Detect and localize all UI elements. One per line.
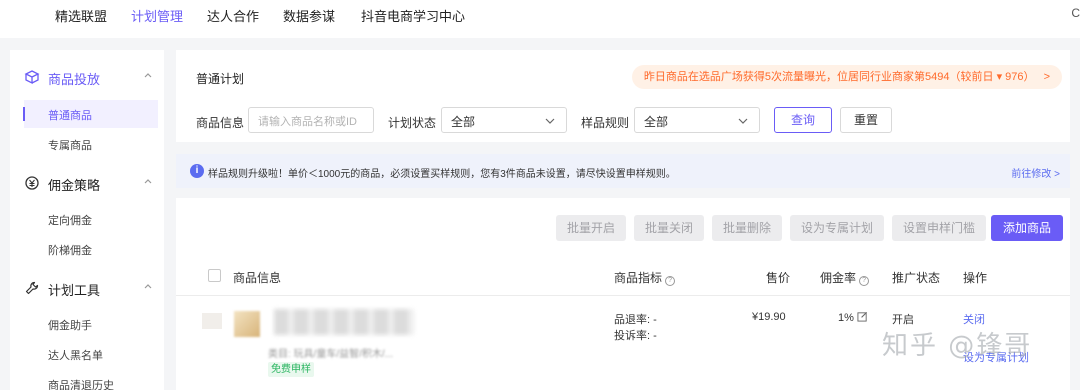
free-sample-badge: 免费申样 — [268, 362, 314, 377]
page-title: 普通计划 — [196, 72, 245, 86]
commission-rate-value: 1% — [838, 312, 854, 324]
sidebar: 商品投放 普通商品 专属商品 佣金策略 定向佣金 阶梯佣金 计划工具 佣金助手 … — [10, 50, 164, 390]
batch-open-button[interactable]: 批量开启 — [556, 215, 626, 241]
table-header: 商品信息 商品指标? 售价 佣金率? 推广状态 操作 — [176, 258, 1070, 296]
question-icon[interactable]: ? — [859, 276, 870, 286]
header-label: 佣金率 — [820, 271, 857, 285]
row-checkbox-blurred[interactable] — [202, 313, 222, 329]
sidebar-item-influencer-blacklist[interactable]: 达人黑名单 — [24, 340, 158, 368]
chevron-down-icon — [738, 118, 748, 124]
product-search-input[interactable]: 请输入商品名称或ID — [248, 107, 374, 133]
info-icon: i — [190, 164, 204, 178]
nav-edge-fragment: C — [1071, 6, 1080, 20]
add-product-button[interactable]: 添加商品 — [991, 215, 1063, 241]
sidebar-item-label: 定向佣金 — [48, 215, 92, 227]
product-info-label: 商品信息 — [196, 116, 245, 130]
commission-rate-cell: 1% — [838, 311, 868, 324]
batch-close-button[interactable]: 批量关闭 — [634, 215, 704, 241]
sidebar-section-plan-tools[interactable]: 计划工具 — [10, 272, 164, 304]
product-table-card: 批量开启 批量关闭 批量删除 设为专属计划 设置申样门槛 添加商品 商品信息 商… — [176, 198, 1070, 390]
sidebar-item-label: 商品清退历史 — [48, 380, 114, 390]
sidebar-section-label: 计划工具 — [48, 283, 101, 298]
nav-item-influencer-cooperation[interactable]: 达人合作 — [207, 6, 259, 25]
plan-status-select[interactable]: 全部 — [441, 107, 567, 133]
sidebar-item-exclusive-products[interactable]: 专属商品 — [24, 130, 158, 158]
sidebar-item-label: 专属商品 — [48, 140, 92, 152]
chevron-right-icon: > — [1043, 71, 1050, 83]
nav-item-data-advisor[interactable]: 数据参谋 — [283, 6, 335, 25]
promotion-status: 开启 — [892, 314, 914, 326]
sidebar-section-commission-strategy[interactable]: 佣金策略 — [10, 167, 164, 199]
question-icon[interactable]: ? — [665, 276, 676, 286]
product-thumbnail — [234, 311, 260, 337]
box-icon — [24, 70, 40, 85]
chevron-down-icon — [545, 118, 555, 124]
reset-button[interactable]: 重置 — [840, 107, 892, 133]
tool-icon — [25, 281, 39, 295]
plan-status-value: 全部 — [451, 115, 476, 129]
sample-rule-value: 全部 — [644, 115, 669, 129]
sidebar-section-label: 商品投放 — [48, 72, 101, 87]
set-exclusive-plan-link[interactable]: 设为专属计划 — [963, 349, 1029, 365]
sample-rule-label: 样品规则 — [581, 116, 630, 130]
header-promotion-status: 推广状态 — [892, 271, 941, 285]
money-icon — [25, 176, 39, 190]
chevron-up-icon — [144, 284, 152, 289]
header-actions: 操作 — [963, 271, 988, 285]
sidebar-section-label: 佣金策略 — [48, 178, 101, 193]
select-all-checkbox[interactable] — [208, 269, 221, 282]
nav-item-plan-management[interactable]: 计划管理 — [131, 6, 183, 25]
header-product-metric: 商品指标? — [614, 269, 676, 286]
sidebar-item-label: 阶梯佣金 — [48, 245, 92, 257]
edit-icon[interactable] — [857, 311, 868, 322]
top-nav: 精选联盟 计划管理 达人合作 数据参谋 抖音电商学习中心 C — [0, 0, 1080, 38]
traffic-notice-banner[interactable]: 昨日商品在选品广场获得5次流量曝光，位居同行业商家第5494（较前日 ▾ 976… — [631, 65, 1062, 89]
header-product-info: 商品信息 — [233, 271, 282, 285]
sidebar-item-removal-history[interactable]: 商品清退历史 — [24, 370, 158, 390]
sidebar-item-tiered-commission[interactable]: 阶梯佣金 — [24, 235, 158, 263]
product-search-placeholder: 请输入商品名称或ID — [258, 116, 357, 128]
sidebar-item-label: 普通商品 — [48, 110, 92, 122]
product-category: 类目: 玩具/童车/益智/积木/... — [268, 349, 394, 360]
sidebar-item-label: 佣金助手 — [48, 320, 92, 332]
chevron-up-icon — [144, 73, 152, 78]
sidebar-item-targeted-commission[interactable]: 定向佣金 — [24, 205, 158, 233]
filter-card: 普通计划 昨日商品在选品广场获得5次流量曝光，位居同行业商家第5494（较前日 … — [176, 50, 1070, 142]
table-row: 类目: 玩具/童车/益智/积木/... 免费申样 品退率: - 投诉率: - ¥… — [176, 297, 1070, 390]
nav-item-selected-alliance[interactable]: 精选联盟 — [55, 6, 107, 25]
refund-rate: 品退率: - — [614, 314, 657, 326]
sidebar-item-label: 达人黑名单 — [48, 350, 103, 362]
sample-rule-info-bar: i 样品规则升级啦！单价＜1000元的商品，必须设置买样规则，您有3件商品未设置… — [176, 154, 1070, 188]
header-label: 商品指标 — [614, 271, 663, 285]
sidebar-item-commission-assistant[interactable]: 佣金助手 — [24, 310, 158, 338]
product-name-blurred — [274, 309, 414, 335]
go-modify-link[interactable]: 前往修改 > — [1011, 165, 1060, 180]
set-exclusive-plan-button[interactable]: 设为专属计划 — [790, 215, 884, 241]
chevron-up-icon — [144, 179, 152, 184]
info-message: 样品规则升级啦！单价＜1000元的商品，必须设置买样规则，您有3件商品未设置，请… — [208, 169, 676, 180]
traffic-notice-text: 昨日商品在选品广场获得5次流量曝光，位居同行业商家第5494（较前日 ▾ 976… — [643, 71, 1035, 83]
close-plan-link[interactable]: 关闭 — [963, 311, 985, 327]
batch-delete-button[interactable]: 批量删除 — [712, 215, 782, 241]
set-sample-threshold-button[interactable]: 设置申样门槛 — [892, 215, 986, 241]
plan-status-label: 计划状态 — [388, 116, 437, 130]
sidebar-item-normal-products[interactable]: 普通商品 — [23, 100, 158, 128]
sample-rule-select[interactable]: 全部 — [634, 107, 760, 133]
query-button[interactable]: 查询 — [774, 107, 832, 133]
header-commission-rate: 佣金率? — [820, 269, 870, 286]
sidebar-section-product-placement[interactable]: 商品投放 — [10, 61, 164, 93]
header-price: 售价 — [766, 271, 791, 285]
nav-item-learning-center[interactable]: 抖音电商学习中心 — [361, 6, 465, 25]
product-price: ¥19.90 — [752, 311, 786, 323]
complaint-rate: 投诉率: - — [614, 330, 657, 342]
